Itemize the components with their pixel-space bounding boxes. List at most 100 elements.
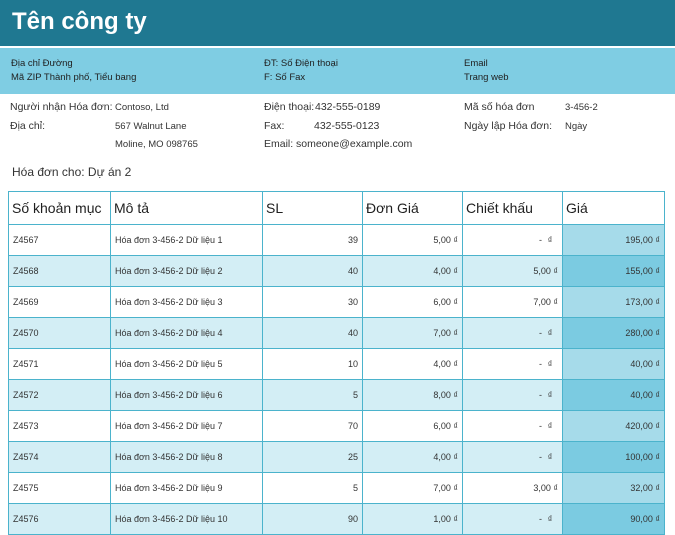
item-price: 40,00 ₫ (562, 379, 665, 411)
item-discount: - ₫ (462, 317, 563, 349)
fax-value: 432-555-0123 (314, 120, 380, 132)
header-bar: Tên công ty (0, 0, 675, 46)
item-unit-price: 6,00 ₫ (362, 410, 463, 442)
invoice-date: Ngày (565, 121, 588, 132)
item-description: Hóa đơn 3-456-2 Dữ liệu 6 (110, 379, 263, 411)
item-description: Hóa đơn 3-456-2 Dữ liệu 3 (110, 286, 263, 318)
item-description: Hóa đơn 3-456-2 Dữ liệu 5 (110, 348, 263, 380)
table-row: Z4575 Hóa đơn 3-456-2 Dữ liệu 9 5 7,00 ₫… (8, 472, 665, 504)
item-number: Z4569 (8, 286, 111, 318)
address-label: Địa chỉ: (10, 120, 46, 132)
item-unit-price: 7,00 ₫ (362, 317, 463, 349)
item-discount: 5,00 ₫ (462, 255, 563, 287)
company-name: Tên công ty (12, 8, 147, 35)
item-number: Z4571 (8, 348, 111, 380)
item-quantity: 39 (262, 224, 363, 256)
item-quantity: 40 (262, 255, 363, 287)
recipient-label: Người nhận Hóa đơn: (10, 101, 113, 113)
item-description: Hóa đơn 3-456-2 Dữ liệu 7 (110, 410, 263, 442)
item-number: Z4574 (8, 441, 111, 473)
table-header-row: Số khoản mục Mô tả SL Đơn Giá Chiết khấu… (8, 191, 665, 225)
item-description: Hóa đơn 3-456-2 Dữ liệu 1 (110, 224, 263, 256)
table-row: Z4570 Hóa đơn 3-456-2 Dữ liệu 4 40 7,00 … (8, 317, 665, 349)
item-number: Z4573 (8, 410, 111, 442)
header-description: Mô tả (110, 191, 263, 225)
header-discount: Chiết khấu (462, 191, 563, 225)
item-price: 100,00 ₫ (562, 441, 665, 473)
item-price: 280,00 ₫ (562, 317, 665, 349)
item-description: Hóa đơn 3-456-2 Dữ liệu 9 (110, 472, 263, 504)
item-unit-price: 4,00 ₫ (362, 348, 463, 380)
table-row: Z4573 Hóa đơn 3-456-2 Dữ liệu 7 70 6,00 … (8, 410, 665, 442)
item-price: 420,00 ₫ (562, 410, 665, 442)
invoice-table: Số khoản mục Mô tả SL Đơn Giá Chiết khấu… (8, 191, 665, 535)
item-description: Hóa đơn 3-456-2 Dữ liệu 10 (110, 503, 263, 535)
item-quantity: 90 (262, 503, 363, 535)
item-number: Z4575 (8, 472, 111, 504)
item-number: Z4570 (8, 317, 111, 349)
item-discount: - ₫ (462, 348, 563, 380)
item-price: 173,00 ₫ (562, 286, 665, 318)
bill-for: Hóa đơn cho: Dự án 2 (12, 165, 132, 179)
address-band: Địa chỉ Đường Mã ZIP Thành phố, Tiểu ban… (0, 47, 675, 94)
item-description: Hóa đơn 3-456-2 Dữ liệu 2 (110, 255, 263, 287)
address-line-2: Moline, MO 098765 (115, 139, 198, 150)
item-price: 195,00 ₫ (562, 224, 665, 256)
item-quantity: 5 (262, 379, 363, 411)
company-street: Địa chỉ Đường (11, 58, 73, 69)
company-website: Trang web (464, 72, 509, 83)
email-value: someone@example.com (296, 138, 413, 150)
table-row: Z4576 Hóa đơn 3-456-2 Dữ liệu 10 90 1,00… (8, 503, 665, 535)
item-unit-price: 4,00 ₫ (362, 255, 463, 287)
item-description: Hóa đơn 3-456-2 Dữ liệu 8 (110, 441, 263, 473)
header-price: Giá (562, 191, 665, 225)
item-description: Hóa đơn 3-456-2 Dữ liệu 4 (110, 317, 263, 349)
fax-label: Fax: (264, 120, 285, 132)
item-discount: - ₫ (462, 379, 563, 411)
table-row: Z4567 Hóa đơn 3-456-2 Dữ liệu 1 39 5,00 … (8, 224, 665, 256)
item-unit-price: 6,00 ₫ (362, 286, 463, 318)
email-label: Email: (264, 138, 294, 150)
item-quantity: 30 (262, 286, 363, 318)
company-phone: ĐT: Số Điện thoại (264, 58, 338, 69)
table-row: Z4572 Hóa đơn 3-456-2 Dữ liệu 6 5 8,00 ₫… (8, 379, 665, 411)
item-discount: - ₫ (462, 224, 563, 256)
item-unit-price: 7,00 ₫ (362, 472, 463, 504)
item-discount: - ₫ (462, 503, 563, 535)
item-discount: 3,00 ₫ (462, 472, 563, 504)
item-quantity: 70 (262, 410, 363, 442)
phone-value: 432-555-0189 (315, 101, 381, 113)
item-price: 90,00 ₫ (562, 503, 665, 535)
address-line-1: 567 Walnut Lane (115, 121, 187, 132)
item-price: 155,00 ₫ (562, 255, 665, 287)
header-quantity: SL (262, 191, 363, 225)
item-price: 40,00 ₫ (562, 348, 665, 380)
header-item-number: Số khoản mục (8, 191, 111, 225)
item-discount: 7,00 ₫ (462, 286, 563, 318)
item-number: Z4567 (8, 224, 111, 256)
item-price: 32,00 ₫ (562, 472, 665, 504)
item-number: Z4572 (8, 379, 111, 411)
item-quantity: 40 (262, 317, 363, 349)
item-quantity: 25 (262, 441, 363, 473)
invoice-number-label: Mã số hóa đơn (464, 101, 535, 113)
table-row: Z4569 Hóa đơn 3-456-2 Dữ liệu 3 30 6,00 … (8, 286, 665, 318)
table-row: Z4571 Hóa đơn 3-456-2 Dữ liệu 5 10 4,00 … (8, 348, 665, 380)
item-discount: - ₫ (462, 410, 563, 442)
item-unit-price: 1,00 ₫ (362, 503, 463, 535)
table-row: Z4568 Hóa đơn 3-456-2 Dữ liệu 2 40 4,00 … (8, 255, 665, 287)
item-number: Z4568 (8, 255, 111, 287)
item-unit-price: 5,00 ₫ (362, 224, 463, 256)
item-number: Z4576 (8, 503, 111, 535)
item-quantity: 5 (262, 472, 363, 504)
item-quantity: 10 (262, 348, 363, 380)
item-unit-price: 4,00 ₫ (362, 441, 463, 473)
item-discount: - ₫ (462, 441, 563, 473)
invoice-number: 3-456-2 (565, 102, 598, 113)
phone-label: Điện thoại: (264, 101, 315, 113)
company-city-line: Mã ZIP Thành phố, Tiểu bang (11, 72, 137, 83)
company-email: Email (464, 58, 488, 69)
recipient-name: Contoso, Ltd (115, 102, 169, 113)
item-unit-price: 8,00 ₫ (362, 379, 463, 411)
header-unit-price: Đơn Giá (362, 191, 463, 225)
